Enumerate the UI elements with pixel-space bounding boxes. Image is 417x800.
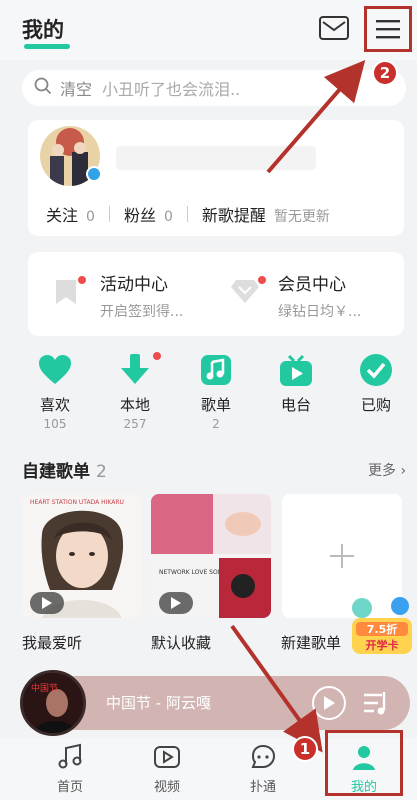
- member-center-subtitle: 绿钻日均￥...: [278, 304, 362, 320]
- mail-icon[interactable]: [318, 14, 350, 42]
- quick-like-count: 105: [43, 417, 67, 431]
- tab-home[interactable]: 首页: [35, 742, 105, 795]
- more-label: 更多: [368, 463, 396, 479]
- new-song-status: 暂无更新: [273, 209, 330, 225]
- playlist-queue-icon[interactable]: [362, 688, 390, 718]
- play-icon: [324, 696, 335, 710]
- notification-dot: [153, 352, 161, 360]
- tab-putong-label: 扑通: [249, 780, 276, 795]
- playlist-section-label: 自建歌单: [22, 462, 90, 482]
- quick-playlist-count: 2: [212, 417, 220, 431]
- download-icon: [117, 352, 153, 388]
- bookmark-icon: [54, 278, 78, 310]
- play-icon[interactable]: [159, 592, 193, 614]
- playlist-label-favorite: 我最爱听: [22, 634, 83, 652]
- profile-stats: 关注 0 粉丝 0 新歌提醒 暂无更新: [46, 202, 330, 226]
- quick-local-count: 257: [123, 417, 147, 431]
- playlist-count: 2: [96, 462, 107, 482]
- quick-local-label: 本地: [119, 396, 150, 414]
- promo-badge[interactable]: 7.5折 开学卡: [348, 596, 414, 660]
- playlist-section-title: 自建歌单 2: [22, 457, 107, 482]
- quick-radio[interactable]: 电台: [266, 352, 326, 431]
- username-redacted: [116, 146, 316, 170]
- page-title: 我的: [22, 18, 64, 42]
- mini-player[interactable]: 中国节 中国节 - 阿云嘎: [20, 670, 410, 736]
- quick-like[interactable]: 喜欢 105: [25, 352, 85, 431]
- member-center-title: 会员中心: [278, 275, 346, 295]
- video-icon: [152, 742, 182, 772]
- svg-text:7.5折: 7.5折: [367, 622, 398, 636]
- profile-card: 关注 0 粉丝 0 新歌提醒 暂无更新: [28, 120, 404, 236]
- activity-card: 活动中心 开启签到得... 会员中心 绿钻日均￥...: [28, 252, 404, 336]
- svg-text:中国节: 中国节: [31, 682, 58, 694]
- music-note-icon: [55, 742, 85, 772]
- activity-center-subtitle: 开启签到得...: [100, 304, 184, 320]
- plus-icon: [330, 544, 354, 568]
- new-song-reminder[interactable]: 新歌提醒 暂无更新: [202, 202, 330, 226]
- tab-home-label: 首页: [56, 780, 83, 795]
- menu-button[interactable]: [364, 6, 412, 52]
- new-playlist-label: 新建歌单: [281, 634, 342, 652]
- tv-icon: [278, 352, 314, 388]
- activity-center[interactable]: 活动中心 开启签到得...: [100, 270, 183, 321]
- play-button[interactable]: [312, 686, 346, 720]
- fans-stat[interactable]: 粉丝 0: [124, 202, 173, 226]
- divider: [186, 206, 188, 222]
- highlight-box-mine-tab: [325, 730, 403, 796]
- quick-like-label: 喜欢: [39, 396, 70, 414]
- hamburger-icon: [376, 20, 400, 39]
- player-song-title: 中国节 - 阿云嘎: [106, 694, 211, 712]
- fans-count: 0: [163, 209, 173, 225]
- search-prefix: 清空: [60, 80, 93, 99]
- search-hint: 小丑听了也会流泪..: [102, 80, 241, 99]
- title-underline: [24, 44, 70, 49]
- svg-text:HEART STATION UTADA HIKARU: HEART STATION UTADA HIKARU: [30, 499, 124, 506]
- search-bar[interactable]: 清空 小丑听了也会流泪..: [22, 70, 406, 106]
- music-note-icon: [198, 352, 234, 388]
- activity-center-title: 活动中心: [100, 275, 168, 295]
- check-circle-icon: [358, 352, 394, 388]
- follow-stat[interactable]: 关注 0: [46, 202, 95, 226]
- quick-access-row: 喜欢 105 本地 257 歌单 2 电台 已购: [0, 352, 417, 442]
- quick-purchased[interactable]: 已购: [346, 352, 406, 431]
- quick-playlist-label: 歌单: [200, 396, 231, 414]
- playlist-label-collection: 默认收藏: [151, 634, 212, 652]
- follow-count: 0: [86, 209, 95, 225]
- chevron-right-icon: ›: [400, 463, 407, 479]
- quick-local[interactable]: 本地 257: [105, 352, 165, 431]
- step-badge-2: 2: [372, 60, 398, 86]
- fans-label: 粉丝: [123, 206, 156, 225]
- svg-text:开学卡: 开学卡: [366, 638, 399, 652]
- chat-icon: [248, 742, 278, 772]
- vip-badge: [86, 166, 102, 182]
- tab-video[interactable]: 视频: [132, 742, 202, 795]
- play-icon[interactable]: [30, 592, 64, 614]
- member-center[interactable]: 会员中心 绿钻日均￥...: [278, 270, 361, 321]
- tab-video-label: 视频: [153, 780, 180, 795]
- quick-radio-count: [266, 417, 326, 431]
- more-link[interactable]: 更多 ›: [368, 460, 406, 480]
- divider: [108, 206, 110, 222]
- search-icon: [34, 77, 52, 99]
- follow-label: 关注: [46, 206, 79, 225]
- notification-dot: [258, 276, 266, 284]
- quick-radio-label: 电台: [280, 396, 311, 414]
- playlist-cover-collection[interactable]: NETWORK LOVE SONG LOVE: [151, 494, 271, 618]
- header: 我的: [0, 0, 417, 60]
- quick-purchased-label: 已购: [360, 396, 391, 414]
- diamond-icon: [230, 278, 260, 308]
- quick-playlist[interactable]: 歌单 2: [186, 352, 246, 431]
- tab-putong[interactable]: 扑通: [228, 742, 298, 795]
- playlist-cover-favorite[interactable]: HEART STATION UTADA HIKARU: [22, 494, 142, 618]
- heart-icon: [37, 352, 73, 388]
- new-song-label: 新歌提醒: [201, 206, 266, 225]
- notification-dot: [78, 276, 86, 284]
- quick-purchased-count: [346, 417, 406, 431]
- step-badge-1: 1: [292, 736, 318, 762]
- player-cover[interactable]: 中国节: [20, 670, 86, 736]
